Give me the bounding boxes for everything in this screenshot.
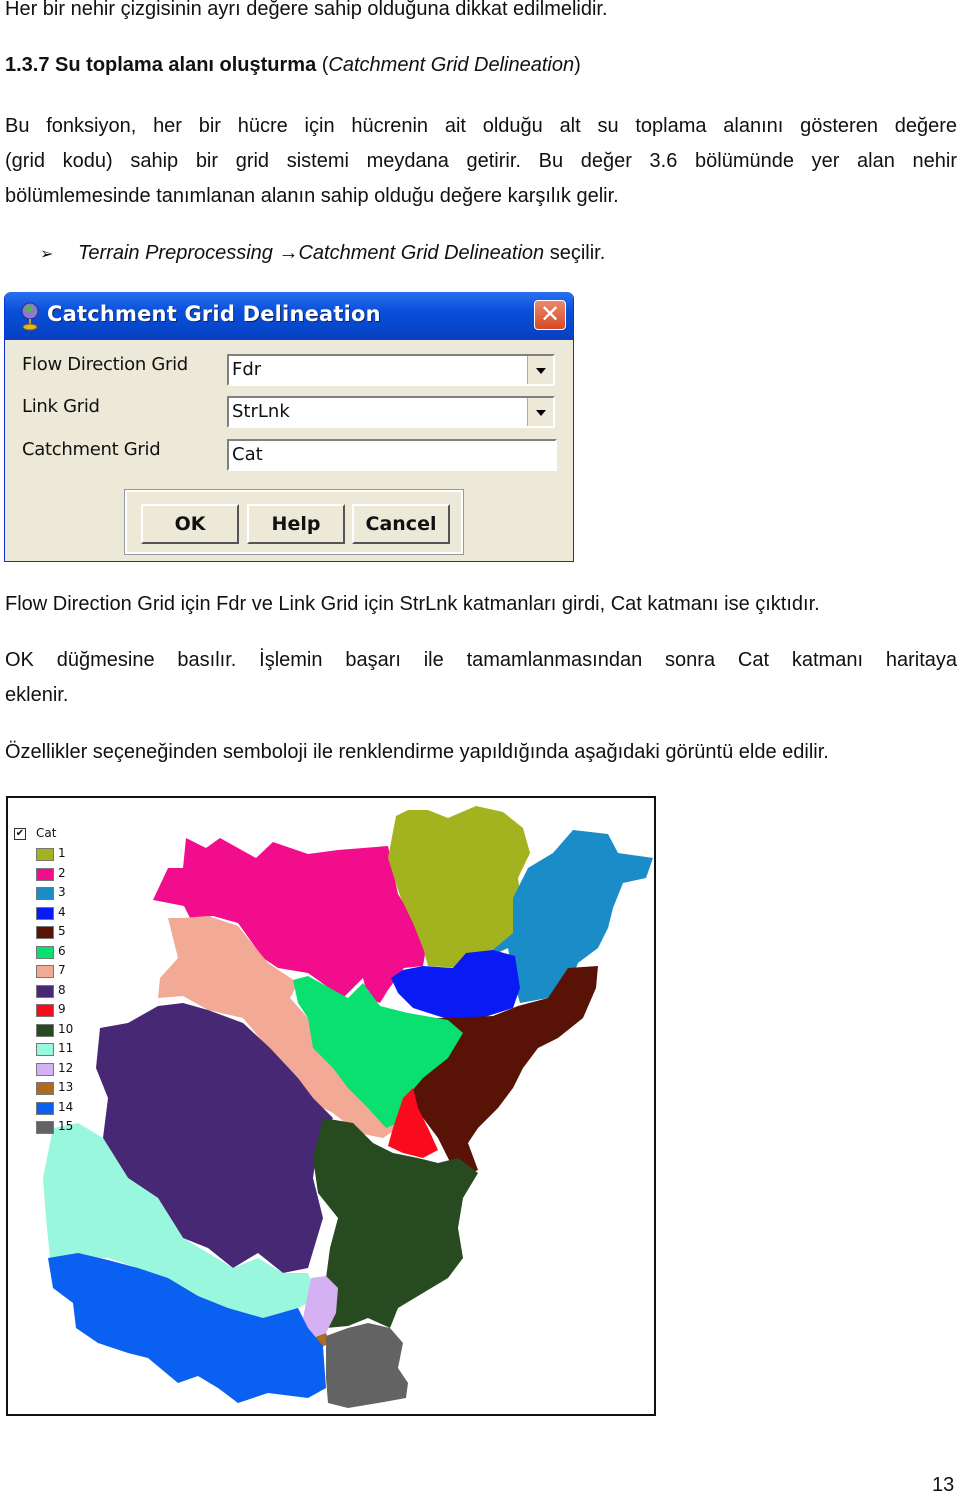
legend-label: 14	[58, 1099, 74, 1114]
para1-line2: (grid kodu) sahip bir grid sistemi meyda…	[5, 150, 957, 172]
layer-name: Cat	[36, 826, 57, 840]
catchment-grid-dialog: Catchment Grid Delineation ✕ Flow Direct…	[4, 292, 574, 562]
legend-item: 14	[36, 1100, 86, 1116]
legend-swatch[interactable]	[36, 926, 54, 939]
chevron-down-icon[interactable]	[527, 356, 553, 384]
legend-label: 11	[58, 1041, 74, 1055]
para2: Flow Direction Grid için Fdr ve Link Gri…	[5, 593, 820, 615]
legend-label: 12	[58, 1060, 74, 1075]
legend-swatch[interactable]	[36, 1043, 54, 1056]
catchment-grid-value: Cat	[232, 444, 263, 465]
section-title: 1.3.7 Su toplama alanı oluşturma	[5, 54, 317, 76]
page-number: 13	[932, 1474, 955, 1496]
chevron-down-icon[interactable]	[527, 398, 553, 426]
link-grid-value: StrLnk	[232, 401, 290, 422]
catchment-map: ✔ Cat 1 2 3 4 5 6 7 8 9 10 11 12 13 14 15	[6, 796, 656, 1416]
flow-direction-grid-select[interactable]: Fdr	[227, 354, 555, 386]
bullet-suffix: seçilir.	[544, 242, 606, 264]
legend-swatch[interactable]	[36, 887, 54, 900]
legend-label: 15	[58, 1119, 74, 1133]
legend-item: 4	[36, 905, 86, 921]
legend-item: 3	[36, 885, 86, 901]
para1-line1: Bu fonksiyon, her bir hücre için hücreni…	[5, 115, 957, 137]
paren-close: )	[574, 54, 581, 76]
legend-item: 8	[36, 983, 86, 999]
legend-swatch[interactable]	[36, 1121, 54, 1134]
legend-item: 6	[36, 944, 86, 960]
cancel-button[interactable]: Cancel	[352, 504, 450, 544]
menu-path-terrain: Terrain Preprocessing	[78, 242, 273, 264]
legend-item: 9	[36, 1002, 86, 1018]
legend-label: 7	[58, 963, 66, 977]
close-button[interactable]: ✕	[534, 300, 566, 330]
legend-item: 10	[36, 1022, 86, 1038]
legend-label: 5	[58, 924, 66, 938]
button-group: OK Help Cancel	[124, 489, 464, 555]
legend-item: 13	[36, 1080, 86, 1096]
legend-item: 11	[36, 1041, 86, 1057]
legend-swatch[interactable]	[36, 965, 54, 978]
help-button[interactable]: Help	[247, 504, 345, 544]
legend-swatch[interactable]	[36, 867, 54, 881]
para4: Özellikler seçeneğinden semboloji ile re…	[5, 741, 829, 763]
legend-swatch[interactable]	[36, 984, 54, 998]
legend-label: 6	[58, 943, 66, 958]
legend-label: 4	[58, 904, 66, 919]
dialog-title: Catchment Grid Delineation	[47, 302, 381, 326]
section-english-title: Catchment Grid Delineation	[328, 54, 575, 76]
para1-line3: bölümlemesinde tanımlanan alanın sahip o…	[5, 185, 619, 207]
legend-item: 15	[36, 1119, 86, 1135]
flow-direction-grid-value: Fdr	[232, 359, 262, 380]
section-heading: 1.3.7 Su toplama alanı oluşturma (Catchm…	[5, 48, 581, 83]
catchment-grid-input[interactable]: Cat	[227, 439, 557, 471]
link-grid-select[interactable]: StrLnk	[227, 396, 555, 428]
legend-swatch[interactable]	[36, 1023, 54, 1037]
para3-line2: eklenir.	[5, 684, 69, 706]
legend-swatch[interactable]	[36, 848, 54, 861]
legend-swatch[interactable]	[36, 1062, 54, 1076]
catchment-grid-label: Catchment Grid	[22, 439, 161, 460]
catchment-region-15	[326, 1323, 408, 1408]
menu-path-catchment: Catchment Grid Delineation	[298, 242, 545, 264]
legend-label: 2	[58, 865, 66, 880]
legend-swatch[interactable]	[36, 906, 54, 920]
paren-open: (	[316, 54, 329, 76]
flow-direction-grid-label: Flow Direction Grid	[22, 354, 188, 375]
legend-swatch[interactable]	[36, 1101, 54, 1115]
legend-label: 1	[58, 846, 66, 860]
layer-visibility-checkbox[interactable]: ✔	[14, 828, 26, 840]
legend-item: 7	[36, 963, 86, 979]
right-arrow-icon: →	[278, 242, 299, 264]
legend-item: 1	[36, 846, 86, 862]
para3-line1: OK düğmesine basılır. İşlemin başarı ile…	[5, 649, 957, 671]
map-canvas	[43, 806, 653, 1408]
legend-item: 5	[36, 924, 86, 940]
legend-swatch[interactable]	[36, 1004, 54, 1017]
ok-button[interactable]: OK	[141, 504, 239, 544]
legend-item: 12	[36, 1061, 86, 1077]
legend-label: 9	[58, 1002, 66, 1016]
bullet-arrow-icon: ➢	[40, 246, 54, 263]
globe-icon	[21, 302, 39, 331]
legend-label: 3	[58, 885, 66, 899]
bullet-instruction: ➢ Terrain Preprocessing →Catchment Grid D…	[40, 238, 605, 270]
link-grid-label: Link Grid	[22, 396, 100, 417]
legend-swatch[interactable]	[36, 945, 54, 959]
legend-label: 10	[58, 1021, 74, 1036]
legend-label: 8	[58, 982, 66, 997]
legend-swatch[interactable]	[36, 1082, 54, 1095]
close-icon: ✕	[539, 300, 561, 328]
legend-item: 2	[36, 866, 86, 882]
legend-label: 13	[58, 1080, 74, 1094]
note-line: Her bir nehir çizgisinin ayrı değere sah…	[5, 0, 608, 20]
dialog-titlebar[interactable]: Catchment Grid Delineation ✕	[5, 292, 573, 340]
